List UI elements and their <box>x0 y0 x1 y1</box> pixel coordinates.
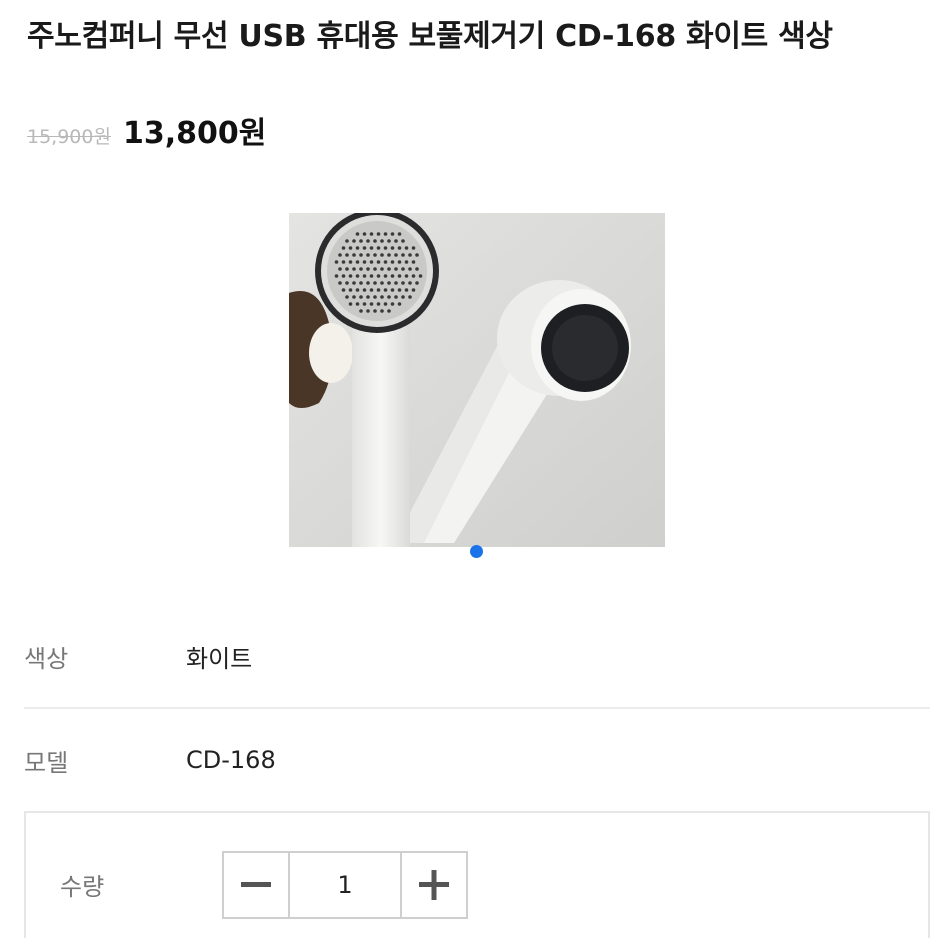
minus-icon <box>241 882 271 887</box>
product-title: 주노컴퍼니 무선 USB 휴대용 보풀제거기 CD-168 화이트 색상 <box>27 19 833 54</box>
option-value-color: 화이트 <box>186 644 253 673</box>
option-label-color: 색상 <box>24 644 69 673</box>
option-row-color: 색상 화이트 <box>24 634 930 678</box>
option-divider <box>24 707 930 709</box>
carousel-indicator-dot[interactable] <box>470 545 483 558</box>
option-label-model: 모델 <box>24 748 69 777</box>
product-image[interactable] <box>289 213 665 547</box>
quantity-input[interactable]: 1 <box>290 853 400 917</box>
product-detail-page: 주노컴퍼니 무선 USB 휴대용 보풀제거기 CD-168 화이트 색상 15,… <box>0 0 938 938</box>
quantity-section: 수량 1 <box>24 811 930 938</box>
plus-icon <box>419 870 449 900</box>
increase-quantity-button[interactable] <box>400 853 466 917</box>
option-value-model: CD-168 <box>186 746 276 774</box>
lint-remover-photo <box>289 213 665 547</box>
sale-price: 13,800원 <box>122 116 267 151</box>
original-price: 15,900원 <box>27 126 111 148</box>
decrease-quantity-button[interactable] <box>224 853 290 917</box>
quantity-stepper: 1 <box>222 851 468 919</box>
option-row-model: 모델 CD-168 <box>24 738 930 782</box>
price-row: 15,900원 13,800원 <box>27 108 266 152</box>
quantity-label: 수량 <box>60 873 105 901</box>
